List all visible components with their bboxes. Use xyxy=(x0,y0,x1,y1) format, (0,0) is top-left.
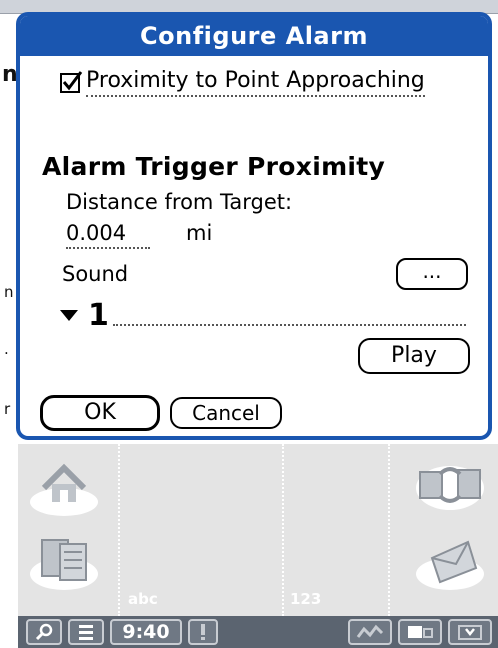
input-icon[interactable] xyxy=(448,619,492,645)
sound-browse-button[interactable]: ... xyxy=(396,258,468,290)
alert-icon[interactable] xyxy=(188,619,218,645)
play-button[interactable]: Play xyxy=(358,338,470,374)
battery-icon[interactable] xyxy=(398,619,442,645)
configure-alarm-dialog: Configure Alarm Proximity to Point Appro… xyxy=(16,12,492,440)
dropdown-arrow-icon[interactable] xyxy=(60,309,78,321)
clock-time[interactable]: 9:40 xyxy=(110,619,182,645)
status-bar: 9:40 xyxy=(18,616,498,648)
menu-icon[interactable] xyxy=(68,619,104,645)
alarm-trigger-heading: Alarm Trigger Proximity xyxy=(42,152,386,181)
ok-button[interactable]: OK xyxy=(40,395,160,431)
distance-unit-label: mi xyxy=(186,221,213,245)
distance-field[interactable]: 0.004 xyxy=(66,221,150,249)
proximity-checkbox-label[interactable]: Proximity to Point Approaching xyxy=(86,68,425,97)
applications-icon[interactable] xyxy=(24,528,104,596)
sound-selector[interactable]: 1 xyxy=(60,298,466,333)
background-text-fragment: n xyxy=(4,283,14,301)
graffiti-divider xyxy=(118,444,120,616)
graffiti-letters-label: abc xyxy=(128,590,158,608)
distance-label: Distance from Target: xyxy=(66,190,293,214)
background-text-fragment: . xyxy=(4,340,9,358)
proximity-checkbox[interactable] xyxy=(60,70,83,93)
background-text-fragment: r xyxy=(4,400,11,418)
mail-icon[interactable] xyxy=(410,528,490,596)
checkmark-icon xyxy=(62,70,83,90)
signal-icon[interactable] xyxy=(348,619,392,645)
sound-selected-value[interactable]: 1 xyxy=(88,298,109,333)
sound-label: Sound xyxy=(62,262,129,286)
sync-icon[interactable] xyxy=(410,452,490,520)
graffiti-divider xyxy=(282,444,284,616)
sound-selector-underline xyxy=(112,304,466,326)
home-icon[interactable] xyxy=(24,452,104,520)
graffiti-area[interactable]: abc 123 xyxy=(18,444,498,616)
graffiti-numbers-label: 123 xyxy=(290,590,322,608)
cancel-button[interactable]: Cancel xyxy=(170,397,282,429)
dialog-title: Configure Alarm xyxy=(20,16,488,56)
proximity-checkbox-row[interactable]: Proximity to Point Approaching xyxy=(60,68,425,97)
graffiti-divider xyxy=(388,444,390,616)
find-icon[interactable] xyxy=(26,619,62,645)
